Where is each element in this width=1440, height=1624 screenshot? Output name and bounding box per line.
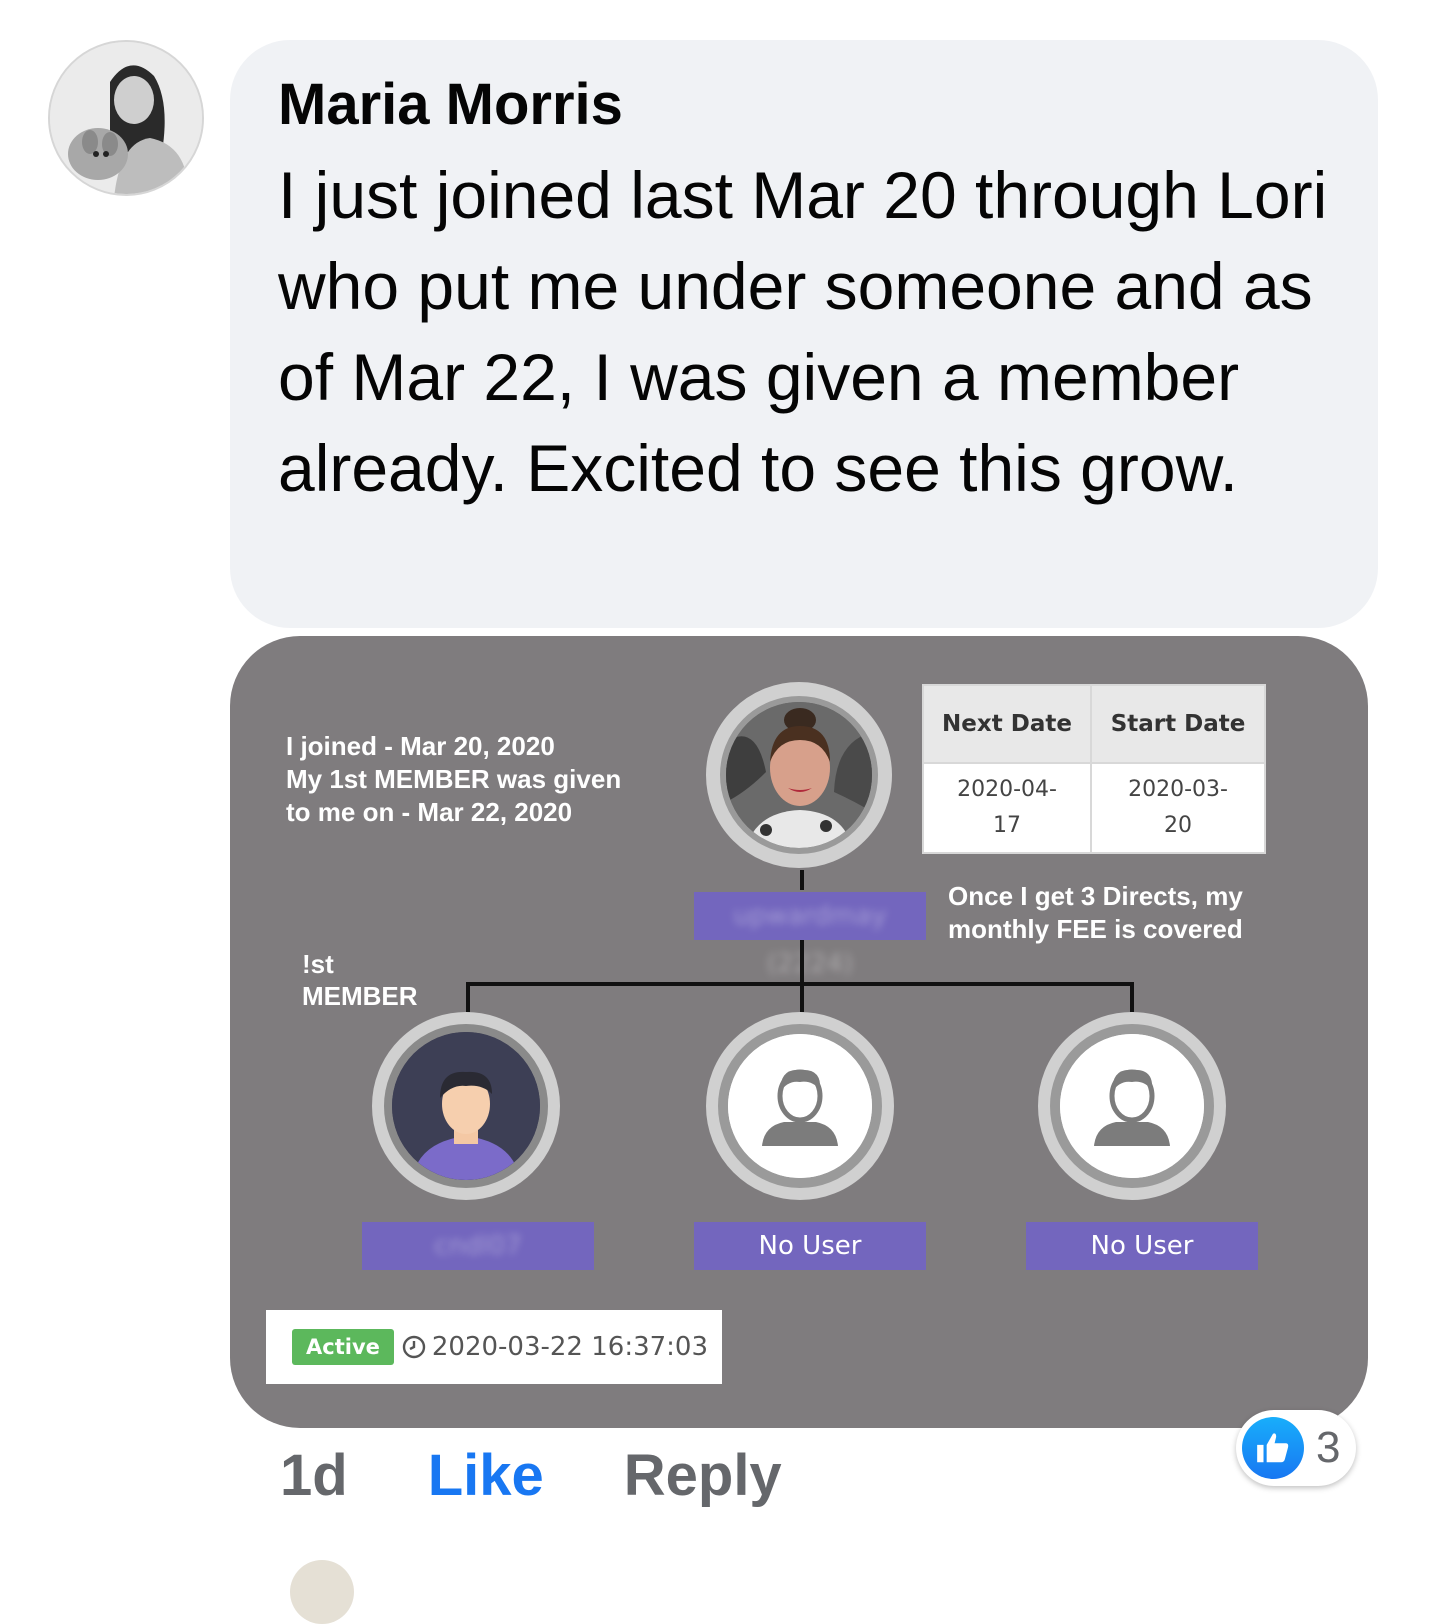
next-date-line: 17 <box>993 813 1021 838</box>
member-avatar <box>372 1012 560 1200</box>
connector-line <box>466 982 470 1012</box>
member-username-blurred: cndl07 <box>434 1231 522 1261</box>
sponsor-username-blurred: upwardmay (2224) <box>733 901 887 979</box>
default-user-icon <box>1060 1034 1204 1178</box>
next-date-header: Next Date <box>921 684 1093 764</box>
note-line: to me on - Mar 22, 2020 <box>286 797 573 827</box>
next-date-value: 2020-04- 17 <box>921 762 1093 854</box>
clock-icon <box>402 1335 426 1359</box>
empty-slot-avatar <box>706 1012 894 1200</box>
note-line: Once I get 3 Directs, my <box>948 881 1243 911</box>
user-silhouette-icon <box>392 1032 540 1180</box>
comment-actions: 1d Like Reply <box>280 1440 782 1510</box>
default-user-icon <box>728 1034 872 1178</box>
connector-line <box>800 870 804 890</box>
connector-line <box>800 940 804 1012</box>
member-label-line: !st <box>302 949 334 979</box>
note-directs: Once I get 3 Directs, my monthly FEE is … <box>948 880 1288 946</box>
connector-line <box>466 982 1134 986</box>
sponsor-avatar <box>706 682 892 868</box>
like-button[interactable]: Like <box>428 1442 544 1509</box>
note-line: I joined - Mar 20, 2020 <box>286 731 555 761</box>
member-label-line: MEMBER <box>302 981 418 1011</box>
reactions-summary[interactable]: 3 <box>1236 1410 1356 1486</box>
note-line: monthly FEE is covered <box>948 914 1243 944</box>
start-date-header: Start Date <box>1090 684 1266 764</box>
next-date-line: 2020-04- <box>957 777 1057 802</box>
sponsor-username-bar: upwardmay (2224) <box>694 892 926 979</box>
note-line: My 1st MEMBER was given <box>286 764 622 794</box>
status-timestamp: 2020-03-22 16:37:03 <box>431 1332 709 1362</box>
empty-slot-label: No User <box>1026 1222 1258 1270</box>
dates-table: Next Date Start Date 2020-04- 17 2020-03… <box>921 684 1266 854</box>
person-with-dog-photo <box>50 42 202 194</box>
reaction-count: 3 <box>1316 1423 1341 1472</box>
empty-slot-avatar <box>1038 1012 1226 1200</box>
connector-line <box>1130 982 1134 1012</box>
member-username-bar: cndl07 <box>362 1222 594 1270</box>
empty-slot-label: No User <box>694 1222 926 1270</box>
commenter-avatar[interactable] <box>48 40 204 196</box>
thumbs-up-icon <box>1242 1417 1304 1479</box>
status-box: Active 2020-03-22 16:37:03 <box>266 1310 722 1384</box>
start-date-line: 20 <box>1164 813 1192 838</box>
start-date-value: 2020-03- 20 <box>1090 762 1266 854</box>
first-member-label: !st MEMBER <box>302 948 418 1012</box>
comment-time[interactable]: 1d <box>280 1442 348 1509</box>
comment-text: I just joined last Mar 20 through Lori w… <box>278 158 1328 505</box>
reply-button[interactable]: Reply <box>624 1442 782 1509</box>
start-date-line: 2020-03- <box>1128 777 1228 802</box>
comment-author[interactable]: Maria Morris <box>278 70 1338 140</box>
woman-photo <box>726 702 872 848</box>
comment-bubble: Maria Morris I just joined last Mar 20 t… <box>230 40 1378 628</box>
note-joined: I joined - Mar 20, 2020 My 1st MEMBER wa… <box>286 730 686 829</box>
comment-attachment-image[interactable]: I joined - Mar 20, 2020 My 1st MEMBER wa… <box>230 636 1368 1428</box>
status-badge: Active <box>292 1329 394 1365</box>
next-comment-avatar[interactable] <box>290 1560 354 1624</box>
